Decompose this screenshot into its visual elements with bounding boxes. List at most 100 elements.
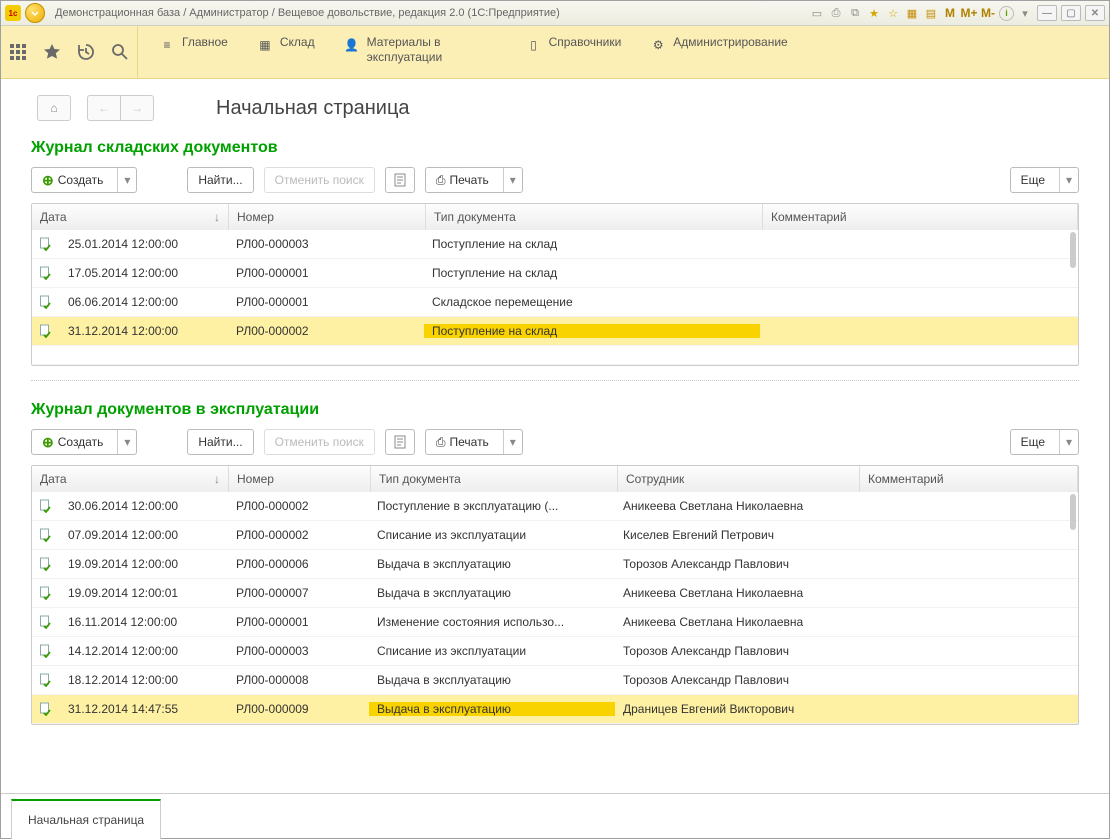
cancel-find-button-2: Отменить поиск	[264, 429, 375, 455]
chevron-down-icon[interactable]: ▾	[1059, 168, 1078, 192]
table-row[interactable]: 30.06.2014 12:00:00РЛ00-000002Поступлени…	[32, 492, 1078, 521]
cell-date: 06.06.2014 12:00:00	[60, 295, 228, 309]
logo-1c: 1c	[5, 5, 21, 21]
main-menu-button[interactable]	[25, 3, 45, 23]
create-button-1[interactable]: ⊕Создать▾	[31, 167, 137, 193]
section1-toolbar: ⊕Создать▾ Найти... Отменить поиск ⎙Печат…	[31, 167, 1079, 193]
cell-type: Выдача в эксплуатацию	[369, 586, 615, 600]
table-row[interactable]: 07.09.2014 12:00:00РЛ00-000002Списание и…	[32, 521, 1078, 550]
print-button-1[interactable]: ⎙Печать▾	[425, 167, 523, 193]
cell-date: 14.12.2014 12:00:00	[60, 644, 228, 658]
m-button[interactable]: M	[942, 5, 958, 21]
table-row[interactable]: 14.12.2014 12:00:00РЛ00-000003Списание и…	[32, 637, 1078, 666]
table-row[interactable]: 06.06.2014 12:00:00РЛ00-000001Складское …	[32, 288, 1078, 317]
table-row[interactable]: 25.01.2014 12:00:00РЛ00-000003Поступлени…	[32, 230, 1078, 259]
document-check-icon	[32, 499, 60, 513]
close-button[interactable]: ✕	[1085, 5, 1105, 21]
cell-type: Поступление в эксплуатацию (...	[369, 499, 615, 513]
cell-num: РЛ00-000001	[228, 266, 424, 280]
minimize-button[interactable]: —	[1037, 5, 1057, 21]
print-icon[interactable]: ⎙	[828, 5, 844, 21]
create-button-2[interactable]: ⊕Создать▾	[31, 429, 137, 455]
col-emp-2[interactable]: Сотрудник	[618, 466, 860, 492]
copy-icon[interactable]: ⧉	[847, 5, 863, 21]
star-icon[interactable]: ★	[866, 5, 882, 21]
document-check-icon	[32, 324, 60, 338]
menu-refs[interactable]: ▯Справочники	[515, 29, 640, 54]
col-type-1[interactable]: Тип документа	[426, 204, 763, 230]
apps-icon-button[interactable]	[1, 26, 35, 78]
cell-type: Списание из эксплуатации	[369, 528, 615, 542]
calculator-icon[interactable]: ▦	[904, 5, 920, 21]
scrollbar-1[interactable]	[1070, 232, 1076, 268]
chevron-down-icon[interactable]: ▾	[503, 168, 522, 192]
cell-num: РЛ00-000008	[228, 673, 369, 687]
scrollbar-2[interactable]	[1070, 494, 1076, 530]
history-icon-button[interactable]	[69, 26, 103, 78]
chevron-down-icon[interactable]: ▾	[117, 168, 136, 192]
info-icon[interactable]: i	[999, 6, 1014, 21]
table-row[interactable]: 18.12.2014 12:00:00РЛ00-000008Выдача в э…	[32, 666, 1078, 695]
col-emp-label: Сотрудник	[626, 472, 684, 486]
section1-title: Журнал складских документов	[31, 139, 1079, 157]
book-icon: ▯	[525, 36, 543, 54]
document-check-icon	[32, 295, 60, 309]
home-button[interactable]: ⌂	[37, 95, 71, 121]
cell-date: 16.11.2014 12:00:00	[60, 615, 228, 629]
disk-icon[interactable]: ▭	[809, 5, 825, 21]
m-plus-button[interactable]: M+	[961, 5, 977, 21]
dropdown-icon[interactable]: ▾	[1017, 5, 1033, 21]
list-icon: ≡	[158, 36, 176, 54]
maximize-button[interactable]: ▢	[1061, 5, 1081, 21]
cell-date: 17.05.2014 12:00:00	[60, 266, 228, 280]
cell-num: РЛ00-000007	[228, 586, 369, 600]
chevron-down-icon[interactable]: ▾	[503, 430, 522, 454]
table-row[interactable]: 31.12.2014 14:47:55РЛ00-000009Выдача в э…	[32, 695, 1078, 724]
col-type-2[interactable]: Тип документа	[371, 466, 618, 492]
table-row[interactable]: 19.09.2014 12:00:01РЛ00-000007Выдача в э…	[32, 579, 1078, 608]
col-num-label: Номер	[237, 472, 274, 486]
col-num-1[interactable]: Номер	[229, 204, 426, 230]
cell-date: 30.06.2014 12:00:00	[60, 499, 228, 513]
nav-row: ⌂ ← → Начальная страница	[1, 79, 1109, 135]
col-comment-2[interactable]: Комментарий	[860, 466, 1078, 492]
forward-button[interactable]: →	[121, 95, 154, 121]
favorite-icon-button[interactable]	[35, 26, 69, 78]
tab-start-page[interactable]: Начальная страница	[11, 799, 161, 839]
create-label: Создать	[58, 435, 104, 449]
chevron-down-icon[interactable]: ▾	[117, 430, 136, 454]
sort-down-icon: ↓	[214, 210, 220, 224]
chevron-down-icon[interactable]: ▾	[1059, 430, 1078, 454]
cell-emp: Аникеева Светлана Николаевна	[615, 615, 856, 629]
document-check-icon	[32, 702, 60, 716]
calendar-icon[interactable]: ▤	[923, 5, 939, 21]
m-minus-button[interactable]: M-	[980, 5, 996, 21]
table-row[interactable]: 19.09.2014 12:00:00РЛ00-000006Выдача в э…	[32, 550, 1078, 579]
back-button[interactable]: ←	[87, 95, 121, 121]
cell-date: 07.09.2014 12:00:00	[60, 528, 228, 542]
cell-date: 19.09.2014 12:00:01	[60, 586, 228, 600]
menu-materials[interactable]: 👤Материалы в эксплуатации	[333, 29, 515, 65]
cell-num: РЛ00-000002	[228, 499, 369, 513]
menu-sklad[interactable]: ▦Склад	[246, 29, 333, 54]
col-date-2[interactable]: Дата↓	[32, 466, 229, 492]
document-icon-button-2[interactable]	[385, 429, 415, 455]
menu-admin[interactable]: ⚙Администрирование	[639, 29, 805, 54]
menu-main[interactable]: ≡Главное	[148, 29, 246, 54]
table-row[interactable]: 17.05.2014 12:00:00РЛ00-000001Поступлени…	[32, 259, 1078, 288]
print-button-2[interactable]: ⎙Печать▾	[425, 429, 523, 455]
col-date-1[interactable]: Дата↓	[32, 204, 229, 230]
col-num-2[interactable]: Номер	[229, 466, 371, 492]
find-button-2[interactable]: Найти...	[187, 429, 253, 455]
search-icon-button[interactable]	[103, 26, 137, 78]
table-row[interactable]: 16.11.2014 12:00:00РЛ00-000001Изменение …	[32, 608, 1078, 637]
table-row[interactable]: 31.12.2014 12:00:00РЛ00-000002Поступлени…	[32, 317, 1078, 346]
col-comment-1[interactable]: Комментарий	[763, 204, 1078, 230]
document-icon-button-1[interactable]	[385, 167, 415, 193]
star-outline-icon[interactable]: ☆	[885, 5, 901, 21]
more-button-2[interactable]: Еще▾	[1010, 429, 1079, 455]
cell-emp: Драницев Евгений Викторович	[615, 702, 856, 716]
find-button-1[interactable]: Найти...	[187, 167, 253, 193]
more-button-1[interactable]: Еще▾	[1010, 167, 1079, 193]
document-check-icon	[32, 586, 60, 600]
